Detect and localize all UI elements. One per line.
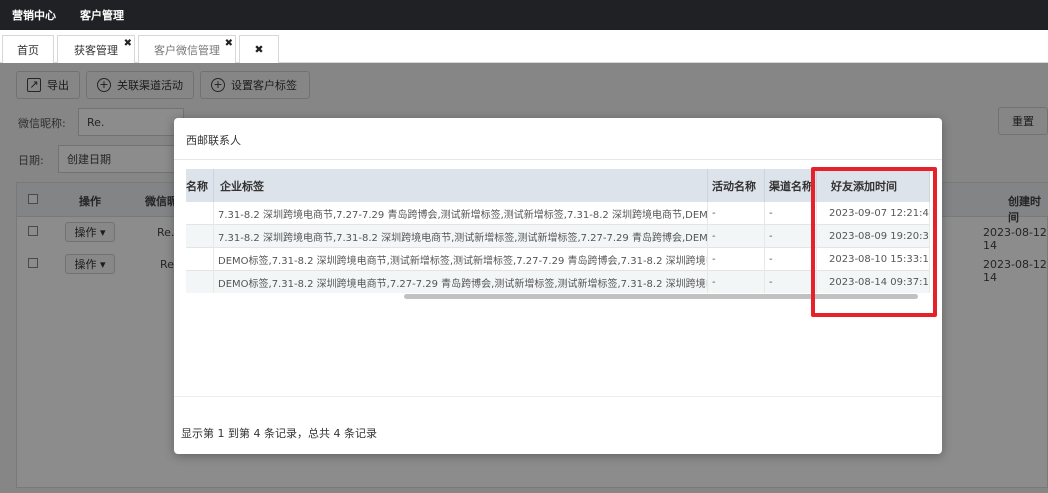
cell-channel: - (765, 225, 817, 248)
cell-activity: - (708, 225, 765, 248)
tab-label: 客户微信管理 (154, 43, 220, 57)
cell-activity: - (708, 271, 765, 293)
pagination-info: 显示第 1 到第 4 条记录，总共 4 条记录 (181, 427, 377, 440)
cell-tags: DEMO标签,7.31-8.2 深圳跨境电商节,测试新增标签,测试新增标签,7.… (214, 248, 708, 271)
cell-tags: DEMO标签,7.31-8.2 深圳跨境电商节,7.27-7.29 青岛跨博会,… (214, 271, 708, 293)
column-header-channel: 渠道名称 (765, 169, 817, 202)
cell-name (186, 202, 214, 225)
column-header-tags: 企业标签 (214, 169, 708, 202)
cell-tags: 7.31-8.2 深圳跨境电商节,7.27-7.29 青岛跨博会,测试新增标签,… (214, 202, 708, 225)
close-icon[interactable]: ✖ (124, 38, 132, 49)
modal-title: 西邮联系人 (186, 134, 241, 147)
tab-close-all[interactable]: ✖ (239, 35, 279, 63)
cell-name (186, 248, 214, 271)
tab-label: 首页 (17, 43, 39, 57)
close-icon[interactable]: ✖ (254, 43, 263, 56)
column-header-name: 名称 (186, 169, 214, 202)
close-icon[interactable]: ✖ (225, 38, 233, 49)
tab-bar: 首页 获客管理 ✖ 客户微信管理 ✖ ✖ (0, 30, 1048, 63)
column-header-activity: 活动名称 (708, 169, 765, 202)
cell-channel: - (765, 271, 817, 293)
top-nav: 营销中心 客户管理 (0, 0, 1048, 30)
divider (174, 396, 942, 397)
cell-name (186, 271, 214, 293)
highlight-annotation (811, 167, 937, 317)
tab-home[interactable]: 首页 (2, 35, 54, 63)
nav-marketing-center[interactable]: 营销中心 (12, 7, 56, 23)
cell-channel: - (765, 202, 817, 225)
tab-acquisition[interactable]: 获客管理 ✖ (57, 35, 135, 63)
tab-wechat-customers[interactable]: 客户微信管理 ✖ (138, 35, 236, 63)
cell-name (186, 225, 214, 248)
cell-channel: - (765, 248, 817, 271)
cell-tags: 7.31-8.2 深圳跨境电商节,7.31-8.2 深圳跨境电商节,测试新增标签… (214, 225, 708, 248)
divider (174, 159, 942, 160)
cell-activity: - (708, 248, 765, 271)
nav-customer-management[interactable]: 客户管理 (80, 7, 124, 23)
tab-label: 获客管理 (74, 43, 118, 57)
cell-activity: - (708, 202, 765, 225)
